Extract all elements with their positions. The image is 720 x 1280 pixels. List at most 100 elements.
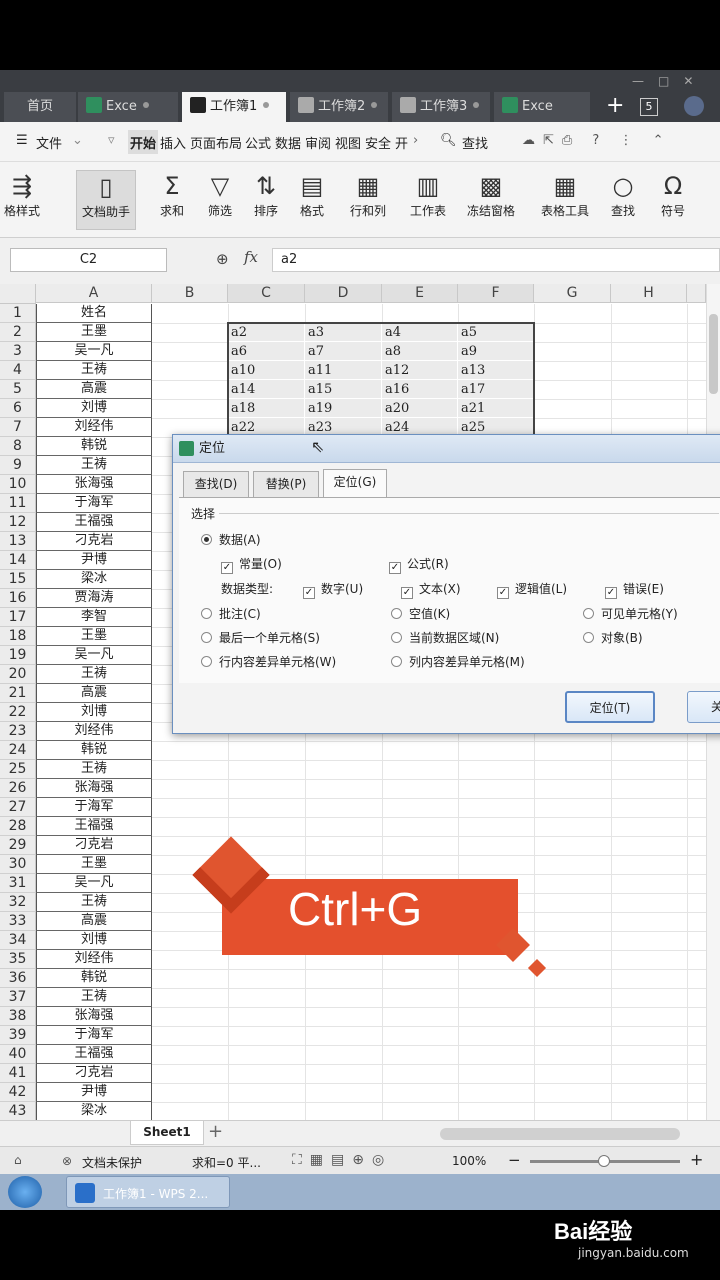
col-header-c[interactable]: C [228,284,305,303]
toolbar-icons[interactable]: ☁⇱⎙ ? ⋮ ⌃ [522,133,671,148]
row-header[interactable]: 8 [0,437,36,456]
row-header[interactable]: 17 [0,608,36,627]
menu-insert[interactable]: 插入 [160,133,186,152]
cell-a[interactable]: 王祷 [36,988,152,1007]
tab-home[interactable]: 首页 [4,92,76,122]
radio-data[interactable]: 数据(A) [201,531,261,548]
cell-a[interactable]: 尹博 [36,551,152,570]
cell-a[interactable]: 张海强 [36,475,152,494]
cell-a[interactable]: 于海军 [36,1026,152,1045]
select-all-corner[interactable] [0,284,36,304]
tab-workbook3[interactable]: 工作簿3 [392,92,490,122]
cell-a[interactable]: 梁冰 [36,1102,152,1121]
row-header[interactable]: 29 [0,836,36,855]
row-header[interactable]: 9 [0,456,36,475]
chevron-right-icon[interactable]: › [413,133,418,148]
row-header[interactable]: 32 [0,893,36,912]
new-tab-icon[interactable]: + [606,94,624,118]
row-header[interactable]: 19 [0,646,36,665]
tab-excel-2[interactable]: Exce [494,92,590,122]
cell-a[interactable]: 吴一凡 [36,342,152,361]
row-header[interactable]: 25 [0,760,36,779]
check-formula[interactable]: ✓ 公式(R) [389,555,449,574]
cell-a[interactable]: 姓名 [36,304,152,323]
format-button[interactable]: ▤ 格式 [282,170,342,230]
radio-comment[interactable]: 批注(C) [201,605,261,622]
row-header[interactable]: 11 [0,494,36,513]
zoom-slider-thumb[interactable] [598,1155,610,1167]
radio-last-cell[interactable]: 最后一个单元格(S) [201,629,320,646]
row-header[interactable]: 4 [0,361,36,380]
zoom-icon[interactable]: ⊕ [216,250,229,268]
col-header-d[interactable]: D [305,284,382,303]
worksheet-button[interactable]: ▥ 工作表 [398,170,458,230]
cell-a[interactable]: 韩锐 [36,741,152,760]
radio-current-region[interactable]: 当前数据区域(N) [391,629,499,646]
cell-style-button[interactable]: ⇶ 格样式 [0,170,52,230]
cell-a[interactable]: 王墨 [36,855,152,874]
row-header[interactable]: 37 [0,988,36,1007]
row-header[interactable]: 33 [0,912,36,931]
check-text[interactable]: ✓ 文本(X) [401,580,461,599]
row-header[interactable]: 18 [0,627,36,646]
row-header[interactable]: 26 [0,779,36,798]
row-header[interactable]: 30 [0,855,36,874]
col-header-f[interactable]: F [458,284,534,303]
cell-a[interactable]: 王墨 [36,323,152,342]
cell-a[interactable]: 王祷 [36,665,152,684]
col-header-b[interactable]: B [152,284,228,303]
radio-row-diff[interactable]: 行内容差异单元格(W) [201,653,336,670]
cell-a[interactable]: 王福强 [36,1045,152,1064]
check-error[interactable]: ✓ 错误(E) [605,580,664,599]
row-header[interactable]: 20 [0,665,36,684]
cell-a[interactable]: 尹博 [36,1083,152,1102]
row-header[interactable]: 35 [0,950,36,969]
avatar[interactable] [684,96,704,116]
tab-goto[interactable]: 定位(G) [323,469,387,497]
check-logical[interactable]: ✓ 逻辑值(L) [497,580,567,599]
row-header[interactable]: 24 [0,741,36,760]
row-header[interactable]: 31 [0,874,36,893]
radio-col-diff[interactable]: 列内容差异单元格(M) [391,653,525,670]
cell-a[interactable]: 韩锐 [36,437,152,456]
cell-a[interactable]: 张海强 [36,779,152,798]
tab-count-badge[interactable]: 5 [640,98,658,116]
col-header-e[interactable]: E [382,284,458,303]
chevron-down-icon[interactable]: ⌄ [72,133,83,148]
row-header[interactable]: 34 [0,931,36,950]
cell-a[interactable]: 刘经伟 [36,950,152,969]
row-header[interactable]: 41 [0,1064,36,1083]
cell-a[interactable]: 刘博 [36,399,152,418]
cell-a[interactable]: 于海军 [36,798,152,817]
window-controls-icon[interactable]: —□✕ [632,74,707,88]
row-header[interactable]: 27 [0,798,36,817]
freeze-button[interactable]: ▩ 冻结窗格 [458,170,524,230]
row-header[interactable]: 38 [0,1007,36,1026]
scroll-thumb[interactable] [709,314,718,394]
tab-find[interactable]: 查找(D) [183,471,249,497]
cell-a[interactable]: 高震 [36,380,152,399]
cell-a[interactable]: 刘经伟 [36,418,152,437]
find-button[interactable]: ○ 查找 [598,170,648,230]
row-header[interactable]: 6 [0,399,36,418]
zoom-in-icon[interactable]: + [690,1150,703,1169]
col-header-i[interactable] [687,284,706,303]
row-header[interactable]: 42 [0,1083,36,1102]
tab-excel-1[interactable]: Exce [78,92,178,122]
sheet-tab[interactable]: Sheet1 [130,1121,204,1145]
view-mode-icons[interactable]: ⛶▦▤⊕◎ [292,1152,392,1168]
row-header[interactable]: 28 [0,817,36,836]
find-label[interactable]: 查找 [462,133,488,152]
quick-access-icon[interactable]: ▿ [108,133,115,148]
menu-start[interactable]: 开始 [130,133,156,152]
status-icon[interactable]: ⌂ [14,1153,22,1167]
row-header[interactable]: 3 [0,342,36,361]
check-number[interactable]: ✓ 数字(U) [303,580,363,599]
menu-data[interactable]: 数据 [275,133,301,152]
symbol-button[interactable]: Ω 符号 [648,170,698,230]
close-dot-icon[interactable] [473,102,480,108]
cell-a[interactable]: 王祷 [36,361,152,380]
cell-a[interactable]: 吴一凡 [36,646,152,665]
cell-a[interactable]: 高震 [36,912,152,931]
close-dot-icon[interactable] [263,102,270,108]
